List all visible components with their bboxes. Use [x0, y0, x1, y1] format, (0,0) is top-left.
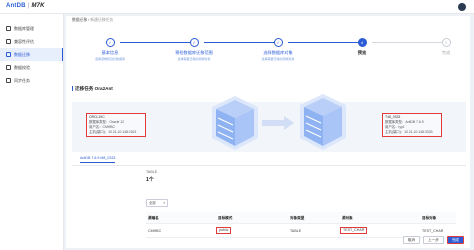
object-stat: TABLE 1个 [146, 170, 206, 190]
column-header: 对象类型 [290, 215, 305, 220]
target-server-icon [300, 94, 346, 150]
sidebar-item-label: 数据迁移 [14, 51, 30, 57]
step-subtitle: 选择源端和目标数据库 [94, 57, 125, 61]
step-check-icon: ✓ [189, 38, 199, 47]
sidebar-item-data-check[interactable]: 数据校验 [0, 61, 63, 74]
step-subtitle: 选择需要迁移的源端对象 [177, 57, 211, 61]
stat-value: 1个 [146, 177, 154, 183]
step-5: 5 完成 [416, 38, 474, 56]
step-number: 4 [357, 38, 367, 47]
stat-label: TABLE [146, 170, 158, 174]
step-check-icon: ✓ [105, 38, 115, 47]
title-accent-bar [72, 86, 73, 91]
breadcrumb: 数据迁移 / 新建迁移任务 [72, 18, 113, 23]
cancel-button[interactable]: 取消 [402, 236, 421, 244]
cell-source-schema: CMHBC [148, 228, 162, 233]
tab-target-db[interactable]: AntDB 7.6.9 M8_0333 [80, 156, 116, 163]
step-subtitle: 选择需要迁移的源端对象 [261, 57, 295, 61]
step-check-icon: ✓ [273, 38, 283, 47]
check-icon [6, 65, 11, 70]
sidebar-item-label: 同步任务 [14, 77, 30, 83]
finish-button[interactable]: 完成 [446, 236, 464, 244]
sidebar-item-db-management[interactable]: 数据库管理 [0, 22, 63, 35]
step-2: ✓ 预检数据库迁移范围 选择需要迁移的源端对象 [164, 38, 224, 61]
target-db-info: T48_0333 数据库类型：AntDB 7.6.9 用户名：lyp1 主机(端… [382, 113, 442, 137]
sidebar-item-data-migration[interactable]: 数据迁移 [0, 48, 63, 61]
step-title: 预览 [357, 50, 367, 55]
sidebar-item-label: 数据校验 [14, 64, 30, 70]
step-title: 选择数据库对象 [263, 50, 293, 55]
source-db-host: 主机(端口)：10.21.10.148:1521 [89, 130, 137, 134]
step-1: ✓ 基本信息 选择源端和目标数据库 [80, 38, 140, 61]
sidebar: 数据库管理 兼容性评估 数据迁移 数据校验 同步任务 [0, 14, 64, 250]
step-4: 4 预览 [332, 38, 392, 56]
source-server-icon [212, 96, 258, 150]
connection-diagram: ORCL19C 数据库类型：Oracle 12 用户名：CMHBC 主机(端口)… [72, 94, 466, 152]
main-panel: 数据迁移 / 新建迁移任务 ✓ 基本信息 选择源端和目标数据库 ✓ 预检数据库迁… [66, 16, 470, 248]
column-header: 目标对象 [422, 215, 437, 220]
step-title: 基本信息 [101, 50, 119, 55]
cell-target-object: TEST_CHAR [422, 228, 444, 233]
table-header: 源端名 目标模式 对象类型 源对象 目标对象 [146, 212, 456, 224]
transfer-arrow-icon [262, 116, 294, 130]
step-indicator: ✓ 基本信息 选择源端和目标数据库 ✓ 预检数据库迁移范围 选择需要迁移的源端对… [80, 38, 460, 68]
footer-actions: 取消 上一步 完成 [402, 236, 464, 244]
sync-icon [6, 78, 11, 83]
sidebar-item-label: 数据库管理 [14, 25, 34, 31]
sidebar-item-sync-task[interactable]: 同步任务 [0, 74, 63, 87]
breadcrumb-current: 新建迁移任务 [90, 18, 114, 22]
filter-select[interactable]: 全部 ▾ [146, 199, 168, 207]
step-title: 预检数据库迁移范围 [175, 50, 213, 55]
cell-object-type: TABLE [290, 228, 302, 233]
breadcrumb-root[interactable]: 数据迁移 [72, 18, 87, 22]
avatar[interactable] [458, 3, 466, 11]
cell-target-schema: public [216, 226, 232, 234]
sidebar-item-compat-eval[interactable]: 兼容性评估 [0, 35, 63, 48]
app-logo: AntDB | M7K [6, 3, 45, 9]
database-icon [6, 26, 11, 31]
column-header: 目标模式 [218, 215, 233, 220]
step-title: 完成 [441, 50, 451, 55]
target-tabs: AntDB 7.6.9 M8_0333 [72, 154, 466, 166]
top-bar: AntDB | M7K [0, 0, 474, 14]
evaluate-icon [6, 39, 11, 44]
step-3: ✓ 选择数据库对象 选择需要迁移的源端对象 [248, 38, 308, 61]
column-header: 源对象 [342, 215, 353, 220]
target-db-host: 主机(端口)：10.21.10.148:3333 [385, 130, 433, 134]
sidebar-item-label: 兼容性评估 [14, 38, 34, 44]
source-db-info: ORCL19C 数据库类型：Oracle 12 用户名：CMHBC 主机(端口)… [86, 113, 146, 137]
chevron-down-icon: ▾ [163, 201, 165, 205]
migration-icon [6, 52, 11, 57]
object-table: 源端名 目标模式 对象类型 源对象 目标对象 CMHBC public TABL… [146, 212, 456, 238]
column-header: 源端名 [148, 215, 159, 220]
prev-step-button[interactable]: 上一步 [423, 236, 444, 244]
filter-selected-value: 全部 [149, 201, 156, 205]
step-number: 5 [441, 38, 451, 47]
task-title: 迁移任务 Ora2Ant [72, 86, 113, 92]
cell-source-object: TEST_CHAR [340, 226, 368, 234]
